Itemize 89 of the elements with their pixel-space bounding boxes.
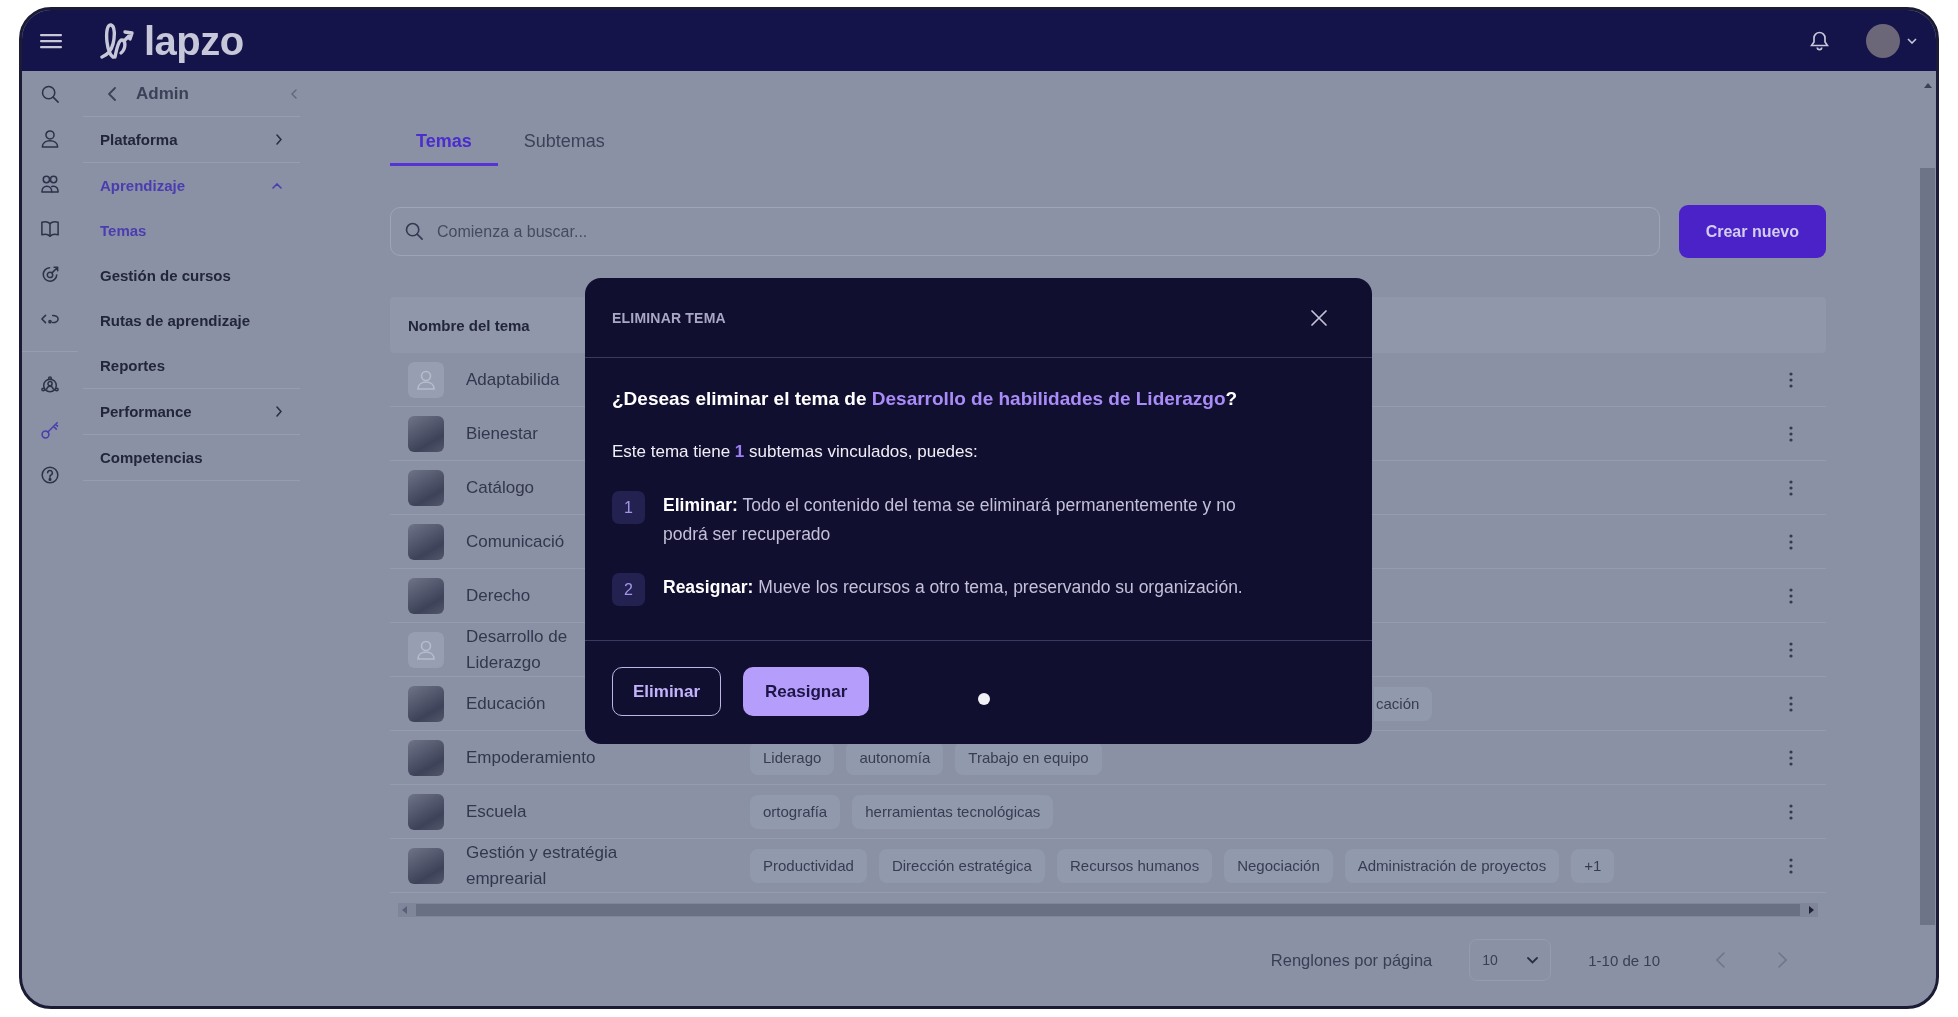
tab[interactable]: Subtemas — [497, 117, 631, 166]
topic-name: Gestión y estratégia emprearial — [466, 841, 619, 890]
sidebar-item[interactable]: Gestión de cursos — [83, 253, 300, 298]
more-options-icon[interactable] — [1789, 371, 1793, 388]
search-field[interactable]: Comienza a buscar... — [390, 207, 1660, 256]
more-options-icon[interactable] — [1789, 695, 1793, 712]
more-options-icon[interactable] — [1789, 857, 1793, 874]
tag: Dirección estratégica — [878, 848, 1045, 883]
bell-icon[interactable] — [1810, 30, 1829, 51]
user-avatar[interactable] — [1866, 23, 1900, 58]
tag: Productividad — [750, 848, 867, 883]
user-icon[interactable] — [41, 129, 59, 148]
key-icon[interactable] — [41, 420, 59, 439]
step-description: Reasignar: Mueve los recursos a otro tema, preservando su organización. — [663, 576, 1243, 599]
more-options-icon[interactable] — [1789, 587, 1793, 604]
topic-name: Catálogo — [466, 476, 536, 499]
back-button[interactable]: Admin — [108, 83, 189, 104]
more-options-icon[interactable] — [1789, 479, 1793, 496]
create-button[interactable]: Crear nuevo — [1678, 205, 1826, 258]
topic-name: Escuela — [466, 800, 528, 823]
photo-placeholder — [408, 793, 444, 830]
sidebar-item[interactable]: Aprendizaje — [83, 163, 300, 208]
help-icon[interactable] — [41, 465, 59, 484]
menu-icon[interactable] — [40, 32, 62, 49]
book-icon[interactable] — [41, 219, 59, 238]
column-header: Nombre del tema — [408, 316, 530, 334]
topic-name: Desarrollo de Liderazgo — [466, 625, 569, 674]
more-options-icon[interactable] — [1789, 749, 1793, 766]
scrollbar-thumb[interactable] — [1920, 168, 1935, 925]
tag: Recursos humanos — [1056, 848, 1213, 883]
photo-placeholder — [408, 685, 444, 722]
target-icon[interactable] — [41, 264, 59, 283]
sidebar-item[interactable]: Rutas de aprendizaje — [83, 298, 300, 343]
topic-name: Adaptabilida — [466, 368, 561, 391]
topic-name: Educación — [466, 692, 547, 715]
photo-placeholder — [408, 739, 444, 776]
step-number: 1 — [612, 491, 645, 524]
sidebar-item[interactable]: Plataforma — [83, 117, 300, 163]
dot-icon — [978, 693, 991, 705]
step-description: Eliminar: Todo el contenido del tema se eliminará permanentemente y no podrá ser recuperado — [663, 494, 1237, 546]
topic-name: Derecho — [466, 584, 532, 607]
tag: cación — [1374, 686, 1433, 721]
topic-name: Empoderamiento — [466, 746, 597, 769]
scroll-right-icon[interactable] — [1809, 906, 1814, 914]
caret-icon — [1527, 956, 1539, 964]
step-number: 2 — [612, 573, 645, 606]
more-options-icon[interactable] — [1789, 425, 1793, 442]
sidebar-item[interactable]: Reportes — [83, 343, 300, 389]
tag: herramientas tecnológicas — [852, 794, 1054, 829]
user-placeholder-icon — [408, 631, 444, 668]
sidebar-item[interactable]: Temas — [83, 208, 300, 253]
rows-per-page-label: Renglones por página — [1270, 950, 1433, 970]
search-icon[interactable] — [41, 84, 59, 103]
tag: Administración de proyectos — [1344, 848, 1560, 883]
tab[interactable]: Temas — [390, 117, 498, 166]
sidebar-item[interactable]: Performance — [83, 389, 300, 435]
tag: Negociación — [1224, 848, 1333, 883]
horizontal-scrollbar[interactable] — [398, 903, 1818, 917]
more-options-icon[interactable] — [1789, 641, 1793, 658]
secondary-button[interactable]: Eliminar — [612, 667, 722, 716]
topic-name: Bienestar — [466, 422, 539, 445]
caret-icon[interactable] — [1907, 37, 1917, 44]
tag: +1 — [1571, 848, 1615, 883]
chevron-left-icon — [108, 86, 116, 101]
user-placeholder-icon — [408, 361, 444, 398]
page-range: 1-10 de 10 — [1588, 951, 1660, 969]
more-options-icon[interactable] — [1789, 533, 1793, 550]
logo-text: lapzo — [144, 18, 244, 63]
dialog-title: ELIMINAR TEMA — [612, 309, 726, 326]
sidebar-item[interactable]: Competencias — [83, 435, 300, 481]
scrollbar-thumb[interactable] — [416, 904, 1800, 916]
rows-per-page-select[interactable]: 10 — [1469, 939, 1552, 981]
close-icon[interactable] — [1311, 309, 1327, 326]
photo-placeholder — [408, 469, 444, 506]
logo-mark-icon — [100, 21, 136, 60]
photo-placeholder — [408, 415, 444, 452]
photo-placeholder — [408, 577, 444, 614]
dialog-question: ¿Deseas eliminar el tema de Desarrollo de habilidades de Liderazgo? — [612, 387, 1239, 411]
subtopic-count-text: Este tema tiene 1 subtemas vinculados, puedes: — [612, 441, 979, 463]
search-icon — [405, 222, 423, 240]
scroll-up-icon[interactable] — [1923, 83, 1932, 88]
tag: ortografía — [750, 794, 841, 829]
primary-button[interactable]: Reasignar — [743, 667, 870, 716]
more-options-icon[interactable] — [1789, 803, 1793, 820]
photo-placeholder — [408, 847, 444, 884]
photo-placeholder — [408, 523, 444, 560]
network-icon[interactable] — [41, 375, 59, 394]
topic-name: Comunicació — [466, 530, 566, 553]
users-icon[interactable] — [41, 174, 59, 193]
